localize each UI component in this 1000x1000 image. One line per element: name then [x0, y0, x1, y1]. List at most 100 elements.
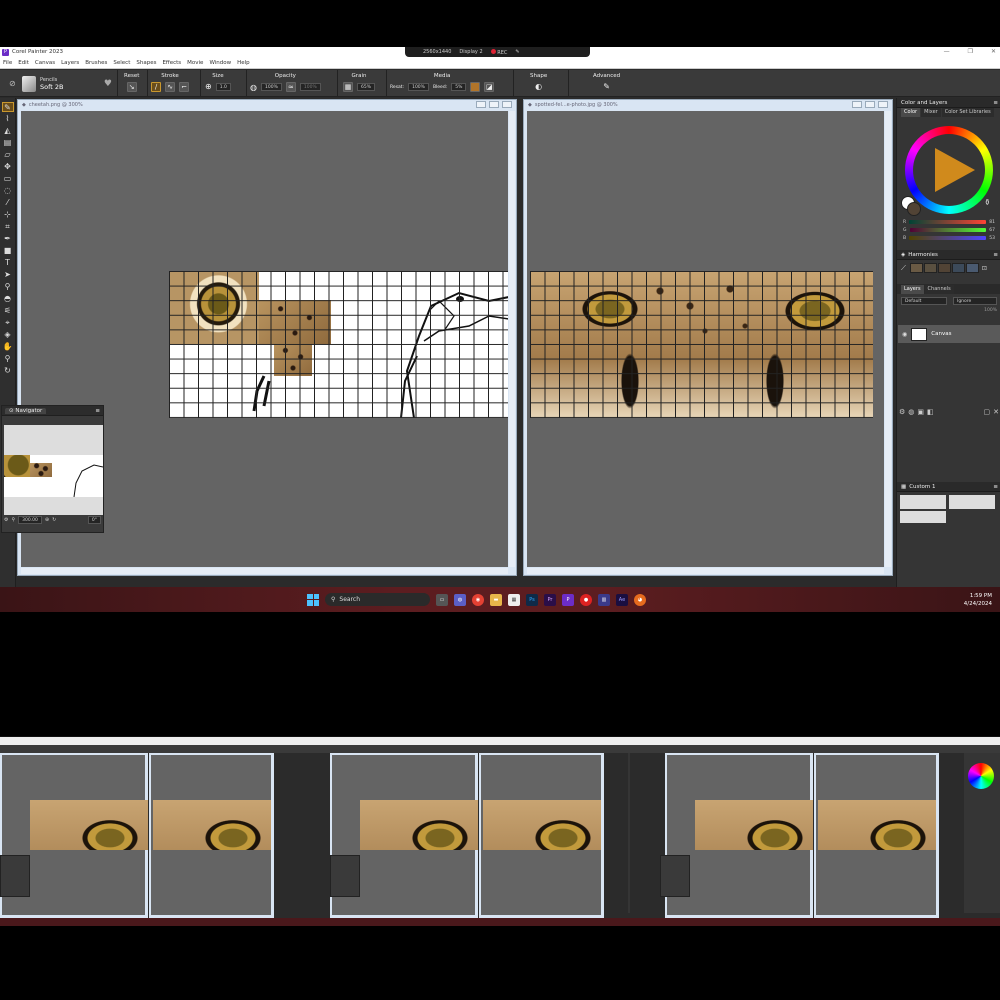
- main-color-swatch[interactable]: [907, 202, 921, 216]
- doc-close-button[interactable]: [502, 101, 512, 108]
- doc-title-bar[interactable]: ◆ spotted-fel...e-photo.jpg @ 300%: [524, 100, 892, 110]
- navigator-preview[interactable]: [4, 425, 103, 515]
- panel-menu-icon[interactable]: ≡: [993, 252, 998, 258]
- delete-layer-icon[interactable]: ✕: [993, 408, 999, 416]
- doc-restore-button[interactable]: [865, 101, 875, 108]
- transform-tool-icon[interactable]: ⊹: [2, 210, 14, 220]
- minimize-button[interactable]: —: [944, 48, 950, 55]
- custom-brush-slot[interactable]: [900, 495, 946, 509]
- green-slider[interactable]: [909, 228, 987, 232]
- move-layer-tool-icon[interactable]: ✥: [2, 162, 14, 172]
- vertical-scrollbar[interactable]: [509, 111, 515, 567]
- doc-minimize-button[interactable]: [852, 101, 862, 108]
- dropper-icon[interactable]: ⚱: [984, 198, 991, 207]
- store-icon[interactable]: ▦: [508, 593, 520, 606]
- vertical-scrollbar[interactable]: [885, 111, 891, 567]
- firefox-icon[interactable]: ◕: [634, 593, 646, 606]
- media-mix-icon[interactable]: ◪: [484, 82, 495, 92]
- menu-movie[interactable]: Movie: [187, 60, 203, 66]
- advanced-brush-icon[interactable]: ✎: [603, 82, 610, 91]
- new-layer-icon[interactable]: ▢: [984, 408, 991, 416]
- menu-help[interactable]: Help: [237, 60, 250, 66]
- menu-window[interactable]: Window: [209, 60, 231, 66]
- dropper-tool-icon[interactable]: ⌇: [2, 114, 14, 124]
- pen-tool-icon[interactable]: ✒: [2, 234, 14, 244]
- custom-brush-slot[interactable]: [900, 511, 946, 523]
- rec-indicator[interactable]: REC: [490, 48, 507, 56]
- magic-wand-tool-icon[interactable]: ⁄: [2, 198, 14, 208]
- opacity-jitter-input[interactable]: 100%: [299, 83, 321, 91]
- layer-row-canvas[interactable]: ◉ Canvas: [898, 325, 1000, 343]
- panel-menu-icon[interactable]: ≡: [993, 484, 998, 490]
- menu-effects[interactable]: Effects: [162, 60, 181, 66]
- painter-taskbar-icon[interactable]: P: [562, 593, 574, 606]
- harmony-swatch[interactable]: [965, 263, 979, 273]
- horizontal-scrollbar[interactable]: [21, 568, 508, 574]
- lasso-tool-icon[interactable]: ◌: [2, 186, 14, 196]
- crop-tool-icon[interactable]: ⌗: [2, 222, 14, 232]
- composite-method-select[interactable]: Default: [901, 297, 947, 305]
- tab-color[interactable]: Color: [901, 108, 921, 117]
- preserve-select[interactable]: Ignore: [953, 297, 997, 305]
- menu-edit[interactable]: Edit: [18, 60, 29, 66]
- green-value[interactable]: 67: [989, 228, 995, 233]
- layer-effects-icon[interactable]: ◍: [908, 408, 914, 416]
- visibility-eye-icon[interactable]: ◉: [902, 331, 907, 338]
- chart-app-icon[interactable]: ▥: [598, 593, 610, 606]
- custom-palette-header[interactable]: ▦ Custom 1 ≡: [897, 482, 1000, 492]
- doc-minimize-button[interactable]: [476, 101, 486, 108]
- blue-value[interactable]: 53: [989, 236, 995, 241]
- menu-canvas[interactable]: Canvas: [35, 60, 55, 66]
- menu-select[interactable]: Select: [113, 60, 130, 66]
- bleed-input[interactable]: 5%: [451, 83, 467, 91]
- chrome-icon[interactable]: ◉: [472, 593, 484, 606]
- tab-mixer[interactable]: Mixer: [921, 108, 941, 117]
- after-effects-icon[interactable]: Ae: [616, 593, 628, 606]
- custom-brush-slot[interactable]: [949, 495, 995, 509]
- layer-opacity-value[interactable]: 100%: [984, 308, 997, 313]
- color-wheel[interactable]: [905, 126, 993, 214]
- menu-file[interactable]: File: [3, 60, 12, 66]
- eraser-tool-icon[interactable]: ▱: [2, 150, 14, 160]
- task-view-icon[interactable]: ▭: [436, 593, 448, 606]
- navigator-header[interactable]: ⊙ Navigator ≡: [2, 406, 103, 416]
- nav-zoom-in-icon[interactable]: ⊕: [45, 517, 49, 523]
- tab-color-set[interactable]: Color Set Libraries: [941, 108, 994, 117]
- rotate-page-tool-icon[interactable]: ↻: [2, 366, 14, 376]
- dab-shape-icon[interactable]: ◐: [535, 82, 542, 91]
- pen-icon[interactable]: ✎: [515, 49, 519, 55]
- shape-select-tool-icon[interactable]: ➤: [2, 270, 14, 280]
- chat-app-icon[interactable]: ◍: [454, 593, 466, 606]
- nav-rotate-icon[interactable]: ↻: [52, 517, 56, 523]
- paint-bucket-tool-icon[interactable]: ◈: [2, 330, 14, 340]
- layer-settings-icon[interactable]: ⚙: [899, 408, 905, 416]
- favorite-heart-icon[interactable]: ♥: [104, 79, 112, 89]
- recorder-icon[interactable]: ●: [580, 593, 592, 606]
- system-clock[interactable]: 1:59 PM 4/24/2024: [964, 592, 992, 608]
- saturation-triangle[interactable]: [935, 148, 975, 192]
- red-slider[interactable]: [909, 220, 987, 224]
- brush-selector[interactable]: Pencils Soft 2B ♥: [22, 73, 112, 95]
- gradient-tool-icon[interactable]: ▤: [2, 138, 14, 148]
- red-value[interactable]: 81: [989, 220, 995, 225]
- stroke-freehand-icon[interactable]: ∕: [151, 82, 161, 92]
- brush-tool-icon[interactable]: ✎: [1, 102, 14, 112]
- display-label[interactable]: Display 2: [459, 49, 482, 55]
- navigator-tab[interactable]: ⊙ Navigator: [5, 407, 47, 414]
- grain-input[interactable]: 65%: [357, 83, 376, 91]
- doc-close-button[interactable]: [878, 101, 888, 108]
- taskbar-search[interactable]: ⚲ Search: [325, 593, 430, 606]
- windows-start-icon[interactable]: [307, 593, 319, 606]
- stroke-curve-icon[interactable]: ∿: [165, 82, 175, 92]
- fill-tool-icon[interactable]: ◭: [2, 126, 14, 136]
- text-tool-icon[interactable]: T: [2, 258, 14, 268]
- harmony-swatch[interactable]: [909, 263, 923, 273]
- harmony-rule-icon[interactable]: ⟋: [901, 264, 906, 273]
- menu-shapes[interactable]: Shapes: [136, 60, 156, 66]
- rect-shape-tool-icon[interactable]: ■: [2, 246, 14, 256]
- menu-brushes[interactable]: Brushes: [85, 60, 107, 66]
- resat-input[interactable]: 100%: [408, 83, 429, 91]
- grain-paper-icon[interactable]: ▦: [343, 82, 353, 92]
- stroke-line-icon[interactable]: ⌐: [179, 82, 189, 92]
- grabber-tool-icon[interactable]: ✋: [2, 342, 14, 352]
